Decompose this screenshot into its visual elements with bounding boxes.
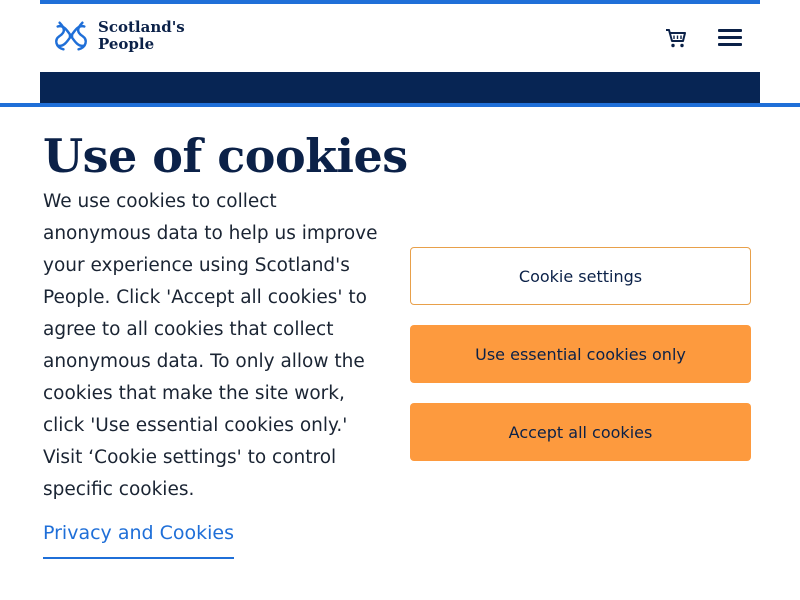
cookie-banner-title: Use of cookies bbox=[43, 129, 408, 183]
hamburger-menu-icon-bar bbox=[718, 36, 742, 39]
hamburger-menu-button[interactable] bbox=[718, 26, 744, 48]
accept-all-cookies-button[interactable]: Accept all cookies bbox=[410, 403, 751, 461]
cart-icon bbox=[666, 29, 686, 48]
site-logo-link[interactable]: Scotland's People bbox=[52, 17, 185, 55]
hamburger-menu-icon-bar bbox=[718, 43, 742, 46]
navigation-band bbox=[40, 72, 760, 103]
cookie-banner-description: We use cookies to collect anonymous data… bbox=[43, 191, 378, 500]
site-header: Scotland's People bbox=[40, 0, 760, 72]
logo-line-1: Scotland's bbox=[98, 18, 185, 36]
accent-divider bbox=[0, 103, 800, 107]
hamburger-menu-icon bbox=[718, 29, 742, 32]
scotlands-people-logo-icon bbox=[55, 21, 87, 51]
use-essential-cookies-button[interactable]: Use essential cookies only bbox=[410, 325, 751, 383]
cookie-settings-button[interactable]: Cookie settings bbox=[410, 247, 751, 305]
privacy-and-cookies-link[interactable]: Privacy and Cookies bbox=[43, 520, 235, 559]
page: Scotland's People Use of cookies We use … bbox=[0, 0, 800, 600]
logo-line-2: People bbox=[98, 35, 155, 53]
logo-wordmark: Scotland's People bbox=[98, 19, 185, 53]
cart-button[interactable] bbox=[664, 26, 688, 50]
